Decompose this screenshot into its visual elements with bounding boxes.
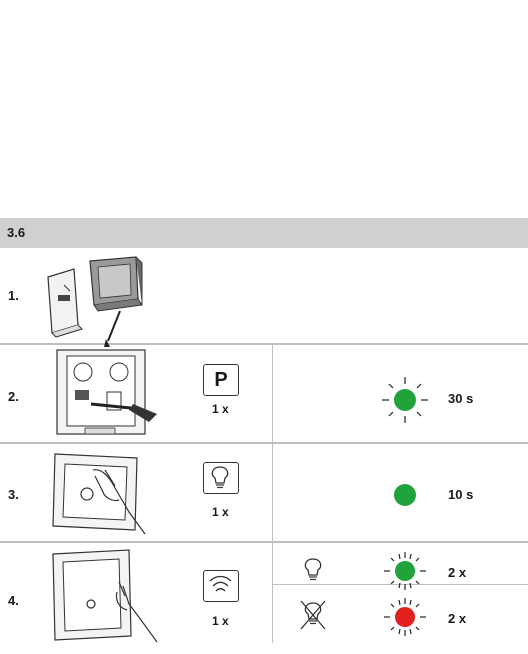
result-a-count: 2 x bbox=[448, 565, 467, 580]
press-button-illustration bbox=[52, 453, 146, 535]
step-2-duration: 30 s bbox=[448, 391, 474, 406]
press-wireless-button-illustration bbox=[52, 549, 158, 643]
step-4-presses: 1 x bbox=[212, 614, 229, 628]
row-divider bbox=[0, 541, 528, 543]
result-b-count: 2 x bbox=[448, 611, 467, 626]
p-button-symbol: P bbox=[203, 364, 239, 396]
open-housing-illustration bbox=[47, 256, 143, 347]
column-divider bbox=[272, 543, 273, 643]
green-led-steady-icon bbox=[394, 484, 416, 506]
step-3-presses: 1 x bbox=[212, 505, 229, 519]
row-divider bbox=[0, 442, 528, 444]
column-divider bbox=[272, 345, 273, 442]
bulb-button-symbol bbox=[203, 462, 239, 494]
green-led-blinking-icon bbox=[384, 552, 426, 590]
bulb-icon bbox=[304, 558, 322, 581]
red-led-blinking-icon bbox=[384, 598, 426, 636]
programming-button-illustration bbox=[56, 349, 157, 435]
wireless-icon bbox=[209, 575, 232, 592]
step-1-number: 1. bbox=[8, 288, 19, 303]
wireless-button-symbol bbox=[203, 570, 239, 602]
bulb-icon bbox=[211, 466, 229, 489]
step-2-presses: 1 x bbox=[212, 402, 229, 416]
section-title: 3.6 bbox=[7, 225, 26, 240]
green-led-blinking-icon bbox=[382, 377, 428, 423]
section-header-bar bbox=[0, 218, 528, 248]
step-4-number: 4. bbox=[8, 593, 19, 608]
step-3-number: 3. bbox=[8, 487, 19, 502]
p-button-label: P bbox=[214, 369, 228, 391]
step-3-duration: 10 s bbox=[448, 487, 474, 502]
bulb-crossed-icon bbox=[300, 600, 326, 630]
step-2-number: 2. bbox=[8, 389, 19, 404]
column-divider bbox=[272, 444, 273, 541]
